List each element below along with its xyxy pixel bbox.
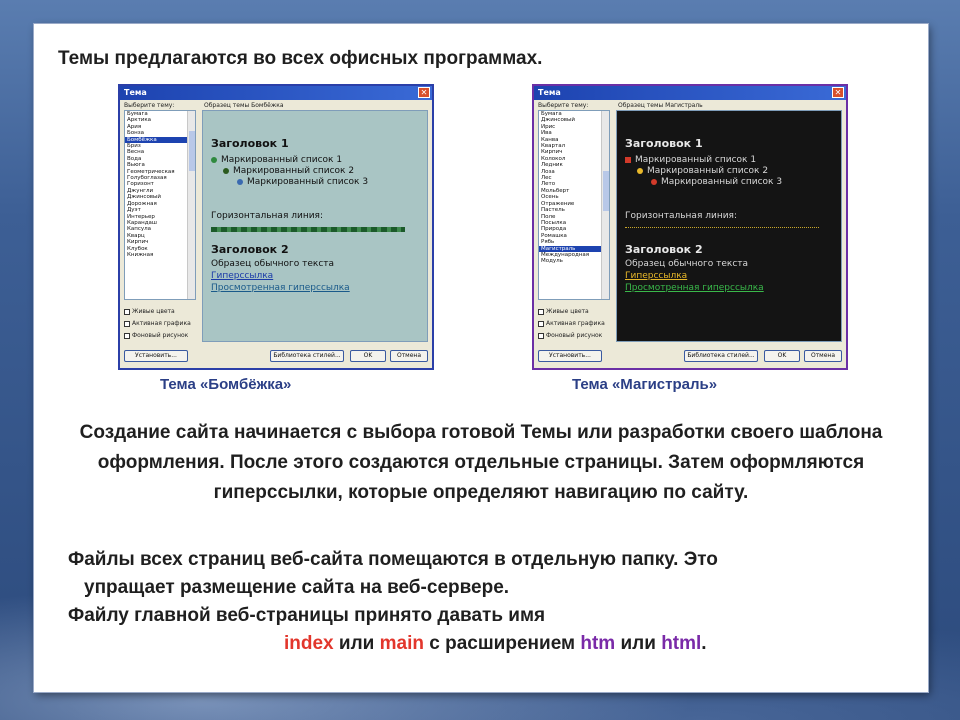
setup-button[interactable]: Установить... xyxy=(124,350,188,362)
preview-horizontal-line xyxy=(625,227,819,228)
theme-list[interactable]: Бумага Джинсовый Ирис Ива Канва Квартал Кирпич… xyxy=(538,110,610,300)
checkbox-live-colors[interactable]: Живые цвета xyxy=(538,308,589,315)
dialog-titlebar: Тема ✕ xyxy=(534,86,846,100)
preview-visited-hyperlink[interactable]: Просмотренная гиперссылка xyxy=(625,283,764,293)
preview-hr-label: Горизонтальная линия: xyxy=(625,211,738,221)
setup-button[interactable]: Установить... xyxy=(538,350,602,362)
ext-htm: htm xyxy=(580,633,616,654)
preview-bullet3: Маркированный список 3 xyxy=(651,177,782,187)
theme-preview: Заголовок 1 Маркированный список 1 Марки… xyxy=(202,110,428,342)
files-line4: index или main с расширением htm или htm… xyxy=(68,630,898,658)
preview-normal-text: Образец обычного текста xyxy=(625,259,749,269)
checkbox-live-colors[interactable]: Живые цвета xyxy=(124,308,175,315)
checkbox-background[interactable]: Фоновый рисунок xyxy=(124,332,188,339)
preview-bullet3: Маркированный список 3 xyxy=(237,177,368,187)
theme-list-item[interactable]: Книжная xyxy=(125,252,195,258)
list-scrollbar[interactable] xyxy=(187,111,195,299)
preview-normal-text: Образец обычного текста xyxy=(211,259,335,269)
files-line3: Файлу главной веб-страницы принято дават… xyxy=(68,605,546,626)
checkbox-active-graphics[interactable]: Активная графика xyxy=(124,320,191,327)
preview-hyperlink[interactable]: Гиперссылка xyxy=(211,271,273,281)
preview-horizontal-line xyxy=(211,227,405,232)
or-text: или xyxy=(333,633,380,654)
period: . xyxy=(701,633,707,654)
ok-button[interactable]: OK xyxy=(764,350,800,362)
close-icon[interactable]: ✕ xyxy=(832,87,844,98)
theme-list-label: Выберите тему: xyxy=(538,102,589,109)
ok-button[interactable]: OK xyxy=(350,350,386,362)
dialog-title: Тема xyxy=(538,88,561,97)
files-line1: Файлы всех страниц веб-сайта помещаются … xyxy=(68,549,718,570)
extension-text: с расширением xyxy=(423,633,581,654)
preview-hr-label: Горизонтальная линия: xyxy=(211,211,324,221)
caption-magistral: Тема «Магистраль» xyxy=(572,376,718,393)
filename-index: index xyxy=(284,633,334,654)
preview-bullet1: Маркированный список 1 xyxy=(211,155,342,165)
preview-label: Образец темы Бомбёжка xyxy=(204,102,284,109)
paragraph-site-creation: Создание сайта начинается с выбора готов… xyxy=(79,422,883,503)
caption-bombezhka: Тема «Бомбёжка» xyxy=(160,376,292,393)
cancel-button[interactable]: Отмена xyxy=(804,350,842,362)
theme-list-label: Выберите тему: xyxy=(124,102,175,109)
files-line2: упращает размещение сайта на веб-сервере… xyxy=(84,577,510,598)
theme-list[interactable]: Бумага Арктика Ария Бонза Бомбёжка Бриз Весна В… xyxy=(124,110,196,300)
preview-hyperlink[interactable]: Гиперссылка xyxy=(625,271,687,281)
theme-list-item[interactable]: Модуль xyxy=(539,258,609,264)
theme-dialog-magistral: Тема ✕ Выберите тему: Образец темы Магис… xyxy=(532,84,848,370)
close-icon[interactable]: ✕ xyxy=(418,87,430,98)
filename-main: main xyxy=(379,633,424,654)
preview-bullet1: Маркированный список 1 xyxy=(625,155,756,165)
or-text: или xyxy=(615,633,662,654)
paragraph-files: Файлы всех страниц веб-сайта помещаются … xyxy=(68,546,898,658)
preview-heading1: Заголовок 1 xyxy=(211,137,289,150)
checkbox-background[interactable]: Фоновый рисунок xyxy=(538,332,602,339)
preview-bullet2: Маркированный список 2 xyxy=(637,166,768,176)
ext-html: html xyxy=(661,633,702,654)
preview-label: Образец темы Магистраль xyxy=(618,102,703,109)
style-gallery-button[interactable]: Библиотека стилей... xyxy=(270,350,344,362)
preview-heading2: Заголовок 2 xyxy=(211,243,289,256)
theme-preview: Заголовок 1 Маркированный список 1 Марки… xyxy=(616,110,842,342)
cancel-button[interactable]: Отмена xyxy=(390,350,428,362)
dialog-titlebar: Тема ✕ xyxy=(120,86,432,100)
slide-headline: Темы предлагаются во всех офисных програ… xyxy=(58,48,543,69)
dialog-title: Тема xyxy=(124,88,147,97)
style-gallery-button[interactable]: Библиотека стилей... xyxy=(684,350,758,362)
preview-bullet2: Маркированный список 2 xyxy=(223,166,354,176)
checkbox-active-graphics[interactable]: Активная графика xyxy=(538,320,605,327)
preview-visited-hyperlink[interactable]: Просмотренная гиперссылка xyxy=(211,283,350,293)
list-scrollbar[interactable] xyxy=(601,111,609,299)
slide: Темы предлагаются во всех офисных програ… xyxy=(34,24,928,692)
preview-heading2: Заголовок 2 xyxy=(625,243,703,256)
preview-heading1: Заголовок 1 xyxy=(625,137,703,150)
theme-dialog-bombezhka: Тема ✕ Выберите тему: Образец темы Бомбё… xyxy=(118,84,434,370)
